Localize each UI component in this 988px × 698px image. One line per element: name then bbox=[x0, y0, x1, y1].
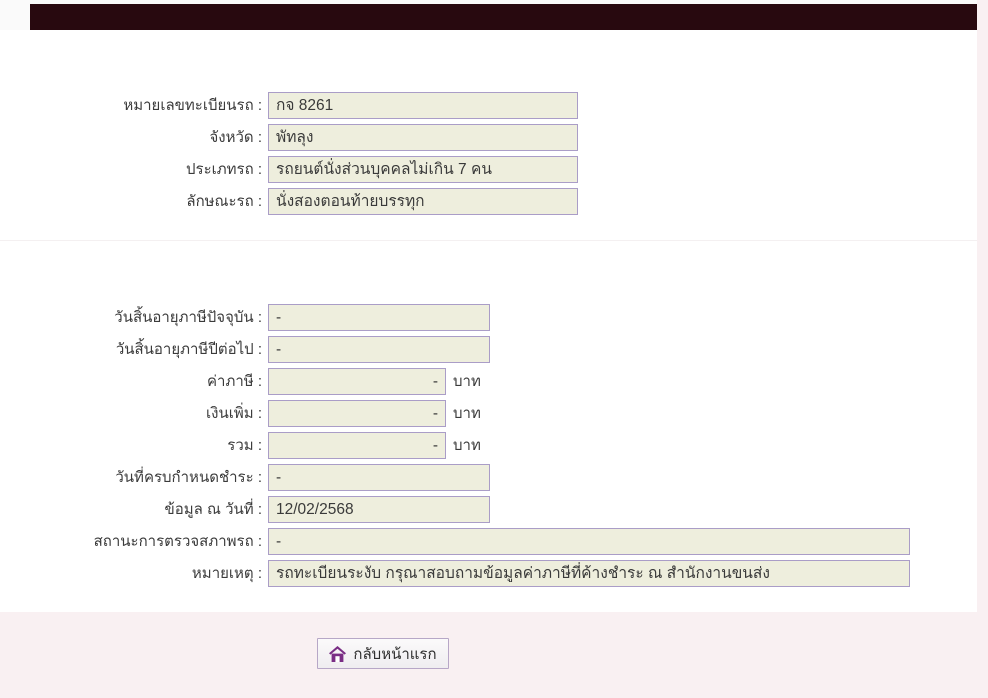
total-unit: บาท bbox=[453, 437, 481, 454]
field-row: ข้อมูล ณ วันที่ : 12/02/2568 bbox=[0, 496, 977, 523]
payment-due-date-field[interactable]: - bbox=[268, 464, 490, 491]
surcharge-field[interactable]: - bbox=[268, 400, 446, 427]
field-row: รวม : - บาท bbox=[0, 432, 977, 459]
footer-band bbox=[0, 612, 977, 698]
total-label: รวม : bbox=[227, 437, 262, 454]
field-row: สถานะการตรวจสภาพรถ : - bbox=[0, 528, 977, 555]
vehicle-type-field[interactable]: รถยนต์นั่งส่วนบุคคลไม่เกิน 7 คน bbox=[268, 156, 578, 183]
inspection-status-field[interactable]: - bbox=[268, 528, 910, 555]
home-button-label: กลับหน้าแรก bbox=[353, 645, 437, 663]
tax-amount-field[interactable]: - bbox=[268, 368, 446, 395]
tax-amount-unit: บาท bbox=[453, 373, 481, 390]
current-tax-expiry-field[interactable]: - bbox=[268, 304, 490, 331]
body-style-label: ลักษณะรถ : bbox=[186, 193, 262, 210]
home-button[interactable]: กลับหน้าแรก bbox=[317, 638, 449, 669]
field-row: ค่าภาษี : - บาท bbox=[0, 368, 977, 395]
registration-number-label: หมายเลขทะเบียนรถ : bbox=[123, 97, 262, 114]
field-row: หมายเลขทะเบียนรถ : กจ 8261 bbox=[0, 92, 977, 119]
next-tax-expiry-field[interactable]: - bbox=[268, 336, 490, 363]
province-field[interactable]: พัทลุง bbox=[268, 124, 578, 151]
vehicle-type-label: ประเภทรถ : bbox=[185, 161, 262, 178]
province-label: จังหวัด : bbox=[209, 129, 263, 146]
data-as-of-date-label: ข้อมูล ณ วันที่ : bbox=[164, 501, 263, 518]
body-style-field[interactable]: นั่งสองตอนท้ายบรรทุก bbox=[268, 188, 578, 215]
field-row: จังหวัด : พัทลุง bbox=[0, 124, 977, 151]
field-row: เงินเพิ่ม : - บาท bbox=[0, 400, 977, 427]
field-row: วันที่ครบกำหนดชำระ : - bbox=[0, 464, 977, 491]
payment-due-date-label: วันที่ครบกำหนดชำระ : bbox=[115, 469, 262, 486]
section-divider bbox=[0, 240, 977, 241]
next-tax-expiry-label: วันสิ้นอายุภาษีปีต่อไป : bbox=[115, 341, 262, 358]
registration-number-field[interactable]: กจ 8261 bbox=[268, 92, 578, 119]
field-row: วันสิ้นอายุภาษีปีต่อไป : - bbox=[0, 336, 977, 363]
field-row: วันสิ้นอายุภาษีปัจจุบัน : - bbox=[0, 304, 977, 331]
remark-field[interactable]: รถทะเบียนระงับ กรุณาสอบถามข้อมูลค่าภาษีท… bbox=[268, 560, 910, 587]
remark-label: หมายเหตุ : bbox=[191, 565, 262, 582]
data-as-of-date-field[interactable]: 12/02/2568 bbox=[268, 496, 490, 523]
field-row: ลักษณะรถ : นั่งสองตอนท้ายบรรทุก bbox=[0, 188, 977, 215]
tax-amount-label: ค่าภาษี : bbox=[207, 373, 262, 390]
surcharge-unit: บาท bbox=[453, 405, 481, 422]
inspection-status-label: สถานะการตรวจสภาพรถ : bbox=[93, 533, 262, 550]
field-row: หมายเหตุ : รถทะเบียนระงับ กรุณาสอบถามข้อ… bbox=[0, 560, 977, 587]
field-row: ประเภทรถ : รถยนต์นั่งส่วนบุคคลไม่เกิน 7 … bbox=[0, 156, 977, 183]
top-dark-bar bbox=[30, 4, 977, 30]
right-edge-strip bbox=[977, 0, 988, 698]
surcharge-label: เงินเพิ่ม : bbox=[206, 405, 262, 422]
home-icon bbox=[329, 645, 347, 662]
total-field[interactable]: - bbox=[268, 432, 446, 459]
vehicle-tax-info-page: หมายเลขทะเบียนรถ : กจ 8261 จังหวัด : พัท… bbox=[0, 0, 988, 698]
current-tax-expiry-label: วันสิ้นอายุภาษีปัจจุบัน : bbox=[114, 309, 262, 326]
